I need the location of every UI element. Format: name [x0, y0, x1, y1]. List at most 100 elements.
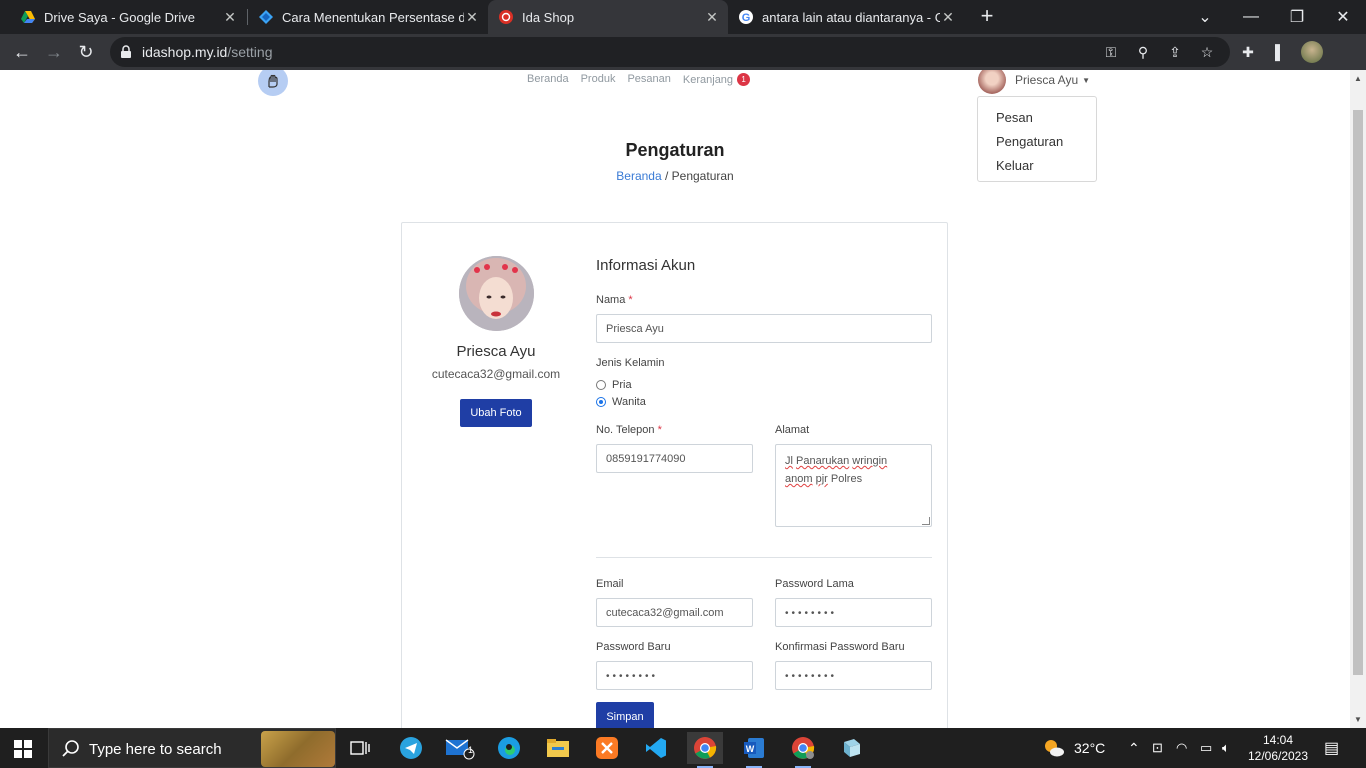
section-title: Informasi Akun [596, 257, 696, 274]
restore-icon[interactable]: ❐ [1274, 0, 1320, 34]
resize-handle-icon[interactable] [922, 517, 930, 525]
share-icon[interactable]: ⇪ [1167, 44, 1183, 60]
browser-toolbar: ← → ↻ idashop.my.id/setting ⚿ ⚲ ⇪ ☆ ✚ ▌ … [0, 34, 1366, 102]
confirm-password-label: Konfirmasi Password Baru [775, 641, 905, 653]
address-line-2: anom pjr Polres [785, 473, 863, 485]
windows-taskbar: Type here to search 1 W 32°C ⌃ ⊡ ◠ ▭ 🔈︎ [0, 728, 1366, 768]
radio-pria[interactable] [596, 380, 606, 390]
close-tab-icon[interactable]: ✕ [464, 9, 480, 25]
tab-ida-shop[interactable]: Ida Shop ✕ [488, 0, 728, 34]
wifi-icon[interactable]: ◠ [1176, 728, 1187, 768]
app-icon[interactable] [834, 732, 870, 764]
mail-icon[interactable]: 1 [442, 732, 478, 764]
nav-link-produk[interactable]: Produk [581, 73, 616, 86]
radio-wanita[interactable] [596, 397, 606, 407]
back-icon[interactable]: ← [10, 40, 34, 64]
search-icon [62, 740, 79, 757]
email-label: Email [596, 578, 624, 590]
nav-link-pesanan[interactable]: Pesanan [627, 73, 670, 86]
scrollbar-thumb[interactable] [1353, 110, 1363, 675]
tab-blog[interactable]: Cara Menentukan Persentase dari ✕ [248, 0, 488, 34]
temperature: 32°C [1074, 740, 1106, 756]
battery-icon[interactable]: ▭ [1200, 728, 1212, 768]
breadcrumb-home-link[interactable]: Beranda [616, 169, 661, 183]
taskbar-search-box[interactable]: Type here to search [48, 728, 336, 768]
nav-link-keranjang[interactable]: Keranjang 1 [682, 73, 751, 86]
url-text: idashop.my.id/setting [142, 44, 273, 60]
notifications-icon[interactable]: ▤ [1324, 728, 1339, 768]
extensions-icon[interactable]: ✚ [1238, 42, 1258, 62]
phone-field[interactable]: 0859191774090 [596, 444, 753, 473]
task-view-icon[interactable] [342, 732, 378, 764]
profile-photo [459, 256, 534, 331]
volume-icon[interactable]: 🔈︎ [1222, 728, 1230, 768]
radio-label-pria: Pria [612, 379, 632, 391]
breadcrumb-current: Pengaturan [671, 169, 734, 183]
google-icon: G [739, 10, 753, 24]
name-field[interactable]: Priesca Ayu [596, 314, 932, 343]
bookmark-star-icon[interactable]: ☆ [1199, 44, 1215, 60]
meet-now-icon[interactable]: ⊡ [1152, 728, 1163, 768]
email-field[interactable]: cutecaca32@gmail.com [596, 598, 753, 627]
svg-text:G: G [742, 12, 751, 24]
nav-link-beranda[interactable]: Beranda [527, 73, 569, 86]
xampp-icon[interactable] [589, 732, 625, 764]
breadcrumb: Beranda / Pengaturan [0, 169, 1350, 183]
page-scrollbar[interactable]: ▲ ▼ [1350, 70, 1366, 728]
address-textarea[interactable]: Jl Panarukan wringin anom pjr Polres [775, 444, 932, 527]
dropdown-item-pesan[interactable]: Pesan [978, 106, 1096, 130]
show-hidden-icons[interactable]: ⌃ [1128, 728, 1140, 768]
scroll-down-arrow-icon[interactable]: ▼ [1354, 715, 1362, 724]
save-button[interactable]: Simpan [596, 702, 654, 728]
page-viewport: Beranda Produk Pesanan Keranjang 1 Priesc… [0, 70, 1350, 728]
reload-icon[interactable]: ↻ [74, 40, 98, 64]
user-avatar [978, 70, 1006, 94]
weather-widget[interactable]: 32°C [1042, 728, 1105, 768]
side-panel-icon[interactable]: ▌ [1270, 42, 1290, 62]
main-nav: Beranda Produk Pesanan Keranjang 1 [527, 73, 751, 86]
confirm-password-field[interactable]: •••••••• [775, 661, 932, 690]
close-tab-icon[interactable]: ✕ [940, 9, 956, 25]
gender-option-pria[interactable]: Pria [596, 379, 632, 391]
telegram-icon[interactable] [393, 732, 429, 764]
name-label: Nama * [596, 294, 633, 306]
blog-icon [259, 10, 273, 24]
gender-option-wanita[interactable]: Wanita [596, 396, 646, 408]
tab-title: Ida Shop [522, 9, 575, 25]
forward-icon[interactable]: → [42, 40, 66, 64]
edge-icon[interactable] [491, 732, 527, 764]
close-window-icon[interactable]: ✕ [1320, 0, 1366, 34]
google-drive-icon [21, 11, 35, 23]
scroll-up-arrow-icon[interactable]: ▲ [1354, 74, 1362, 83]
new-tab-icon[interactable]: + [976, 5, 998, 28]
close-tab-icon[interactable]: ✕ [222, 9, 238, 25]
windows-start-icon[interactable] [14, 740, 32, 758]
word-icon[interactable]: W [736, 732, 772, 768]
clock-time: 14:04 [1262, 733, 1294, 747]
tab-google-search[interactable]: G antara lain atau diantaranya - Go ✕ [728, 0, 964, 34]
file-explorer-icon[interactable] [540, 732, 576, 764]
tab-google-drive[interactable]: Drive Saya - Google Drive ✕ [0, 0, 246, 34]
site-logo[interactable] [258, 70, 288, 96]
user-menu-toggle[interactable]: Priesca Ayu ▼ [978, 70, 1090, 94]
address-label: Alamat [775, 424, 810, 436]
zoom-icon[interactable]: ⚲ [1135, 44, 1151, 60]
new-password-field[interactable]: •••••••• [596, 661, 753, 690]
search-placeholder: Type here to search [89, 741, 222, 758]
minimize-icon[interactable]: — [1228, 0, 1274, 34]
chrome-profile-icon[interactable] [785, 732, 821, 768]
ida-shop-icon [499, 10, 513, 24]
close-tab-icon[interactable]: ✕ [704, 9, 720, 25]
vscode-icon[interactable] [638, 732, 674, 764]
svg-text:W: W [746, 744, 755, 754]
cart-label: Keranjang [682, 74, 734, 86]
address-bar[interactable]: idashop.my.id/setting ⚿ ⚲ ⇪ ☆ [110, 37, 1230, 67]
profile-avatar-icon[interactable] [1301, 41, 1323, 63]
system-clock[interactable]: 14:04 12/06/2023 [1240, 732, 1316, 764]
old-password-field[interactable]: •••••••• [775, 598, 932, 627]
chrome-taskbar-icon[interactable] [687, 732, 723, 768]
key-icon[interactable]: ⚿ [1103, 44, 1119, 60]
tab-search-chevron-icon[interactable]: ⌄ [1182, 0, 1228, 34]
change-photo-button[interactable]: Ubah Foto [460, 399, 532, 427]
profile-email: cutecaca32@gmail.com [431, 367, 561, 381]
